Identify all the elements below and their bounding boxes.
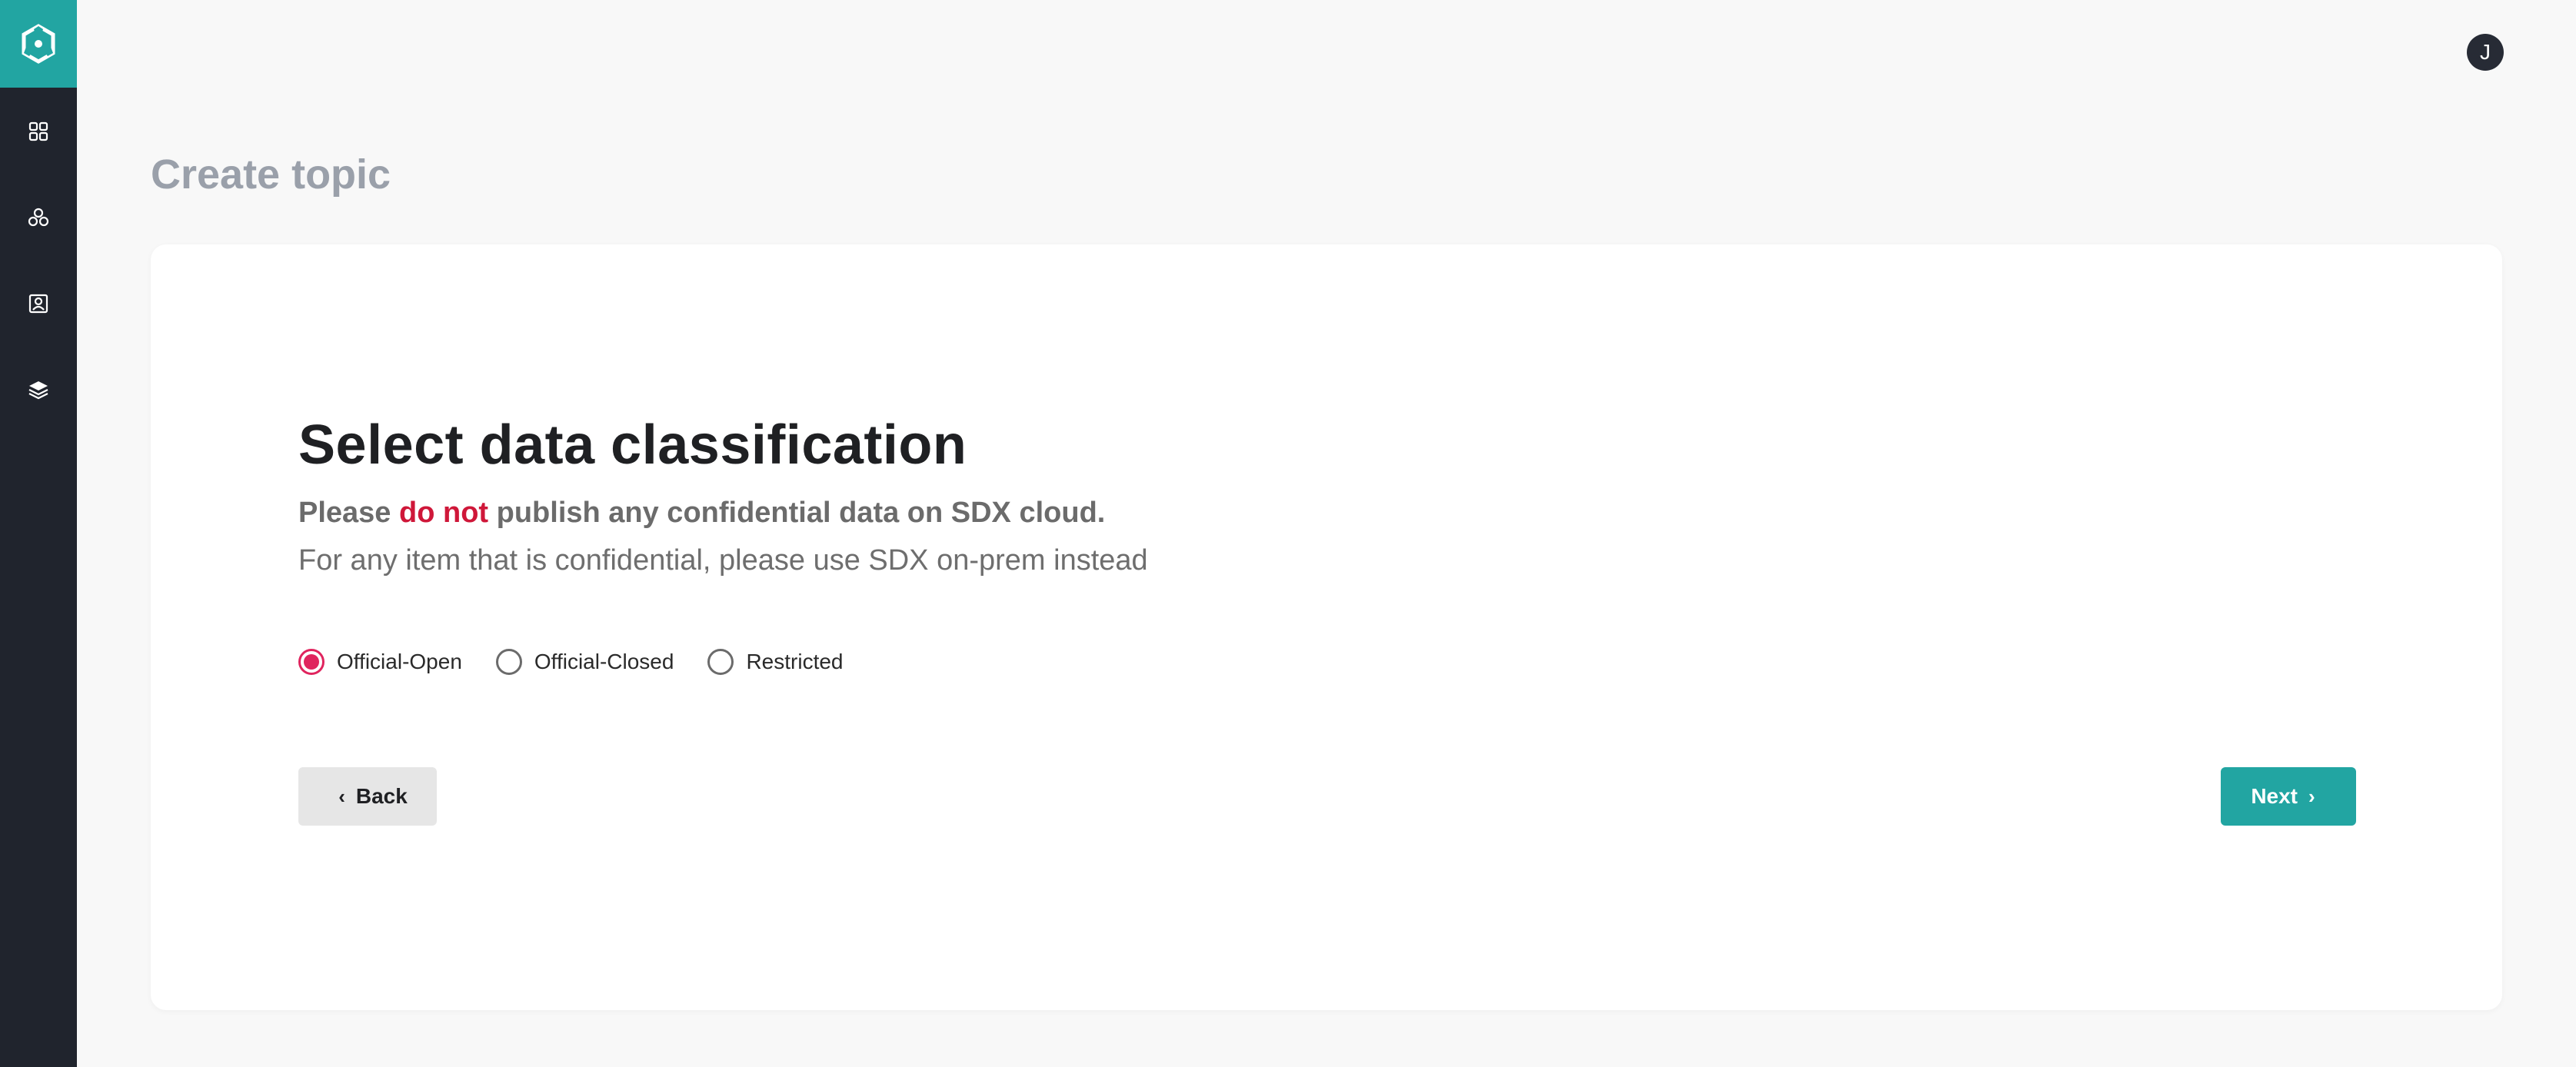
radio-restricted[interactable]: Restricted xyxy=(707,649,844,675)
grid-icon xyxy=(28,121,48,141)
app-logo[interactable] xyxy=(0,0,77,88)
instruction-text: For any item that is confidential, pleas… xyxy=(298,544,1148,577)
radio-label: Restricted xyxy=(746,650,844,673)
radio-label: Official-Open xyxy=(337,650,462,673)
warning-text: Please do not publish any confidential d… xyxy=(298,497,1105,530)
page-title: Create topic xyxy=(151,151,391,198)
chevron-left-icon: ‹ xyxy=(338,784,345,808)
classification-radio-group: Official-Open Official-Closed Restricted xyxy=(298,649,877,675)
warning-prefix: Please xyxy=(298,497,399,529)
radio-button-checked[interactable] xyxy=(298,649,324,675)
contact-card-icon xyxy=(28,294,48,314)
cube-logo-icon xyxy=(22,24,55,64)
sidebar-item-layers[interactable] xyxy=(0,363,77,417)
sidebar-item-dashboard[interactable] xyxy=(0,105,77,158)
section-heading: Select data classification xyxy=(298,414,967,476)
radio-dot xyxy=(304,654,319,670)
sidebar xyxy=(0,0,77,1067)
warning-emphasis: do not xyxy=(399,497,489,529)
layers-icon xyxy=(28,381,48,400)
sidebar-item-contacts[interactable] xyxy=(0,277,77,331)
sidebar-item-network[interactable] xyxy=(0,191,77,244)
chevron-right-icon: › xyxy=(2308,784,2315,808)
user-avatar[interactable]: J xyxy=(2467,34,2504,71)
classification-card: Select data classification Please do not… xyxy=(151,244,2502,1010)
radio-button[interactable] xyxy=(495,649,522,675)
radio-button[interactable] xyxy=(707,649,734,675)
next-button[interactable]: Next › xyxy=(2221,767,2356,826)
back-label: Back xyxy=(355,784,408,808)
radio-official-open[interactable]: Official-Open xyxy=(298,649,462,675)
warning-suffix: publish any confidential data on SDX clo… xyxy=(488,497,1106,529)
back-button[interactable]: ‹ Back xyxy=(298,767,437,826)
next-label: Next xyxy=(2251,784,2298,808)
radio-label: Official-Closed xyxy=(534,650,674,673)
network-icon xyxy=(28,208,49,227)
radio-official-closed[interactable]: Official-Closed xyxy=(495,649,674,675)
